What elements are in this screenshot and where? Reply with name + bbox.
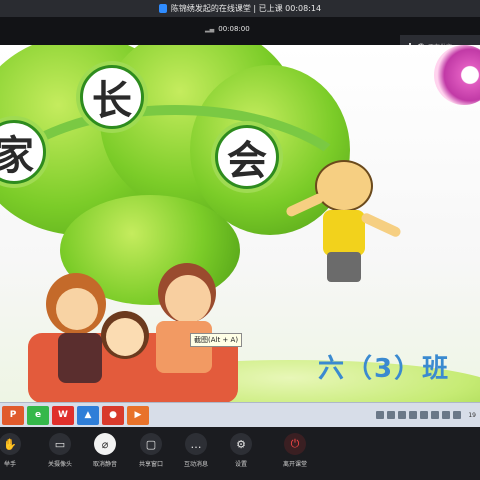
shared-taskbar: P e W ▲ ● ▶ 19 <box>0 402 480 427</box>
chat-icon: … <box>185 433 207 455</box>
recycle-icon[interactable]: ▲ <box>77 405 99 425</box>
tray-icon[interactable] <box>376 411 385 419</box>
app-red-icon[interactable]: ● <box>102 405 124 425</box>
camera-button[interactable]: ▭ 关摄像头 <box>38 433 82 468</box>
interaction-button[interactable]: … 互动消息 <box>174 433 218 468</box>
video-app-icon[interactable]: ▶ <box>127 405 149 425</box>
raise-hand-button[interactable]: ✋ 举手 <box>0 433 32 468</box>
camera-icon: ▭ <box>49 433 71 455</box>
shared-slide: 家 长 会 截图(Alt + A) 六（3）班 <box>0 45 480 402</box>
tray-icon[interactable] <box>431 411 440 419</box>
system-tray <box>376 411 465 419</box>
ppt-icon[interactable]: P <box>2 405 24 425</box>
meeting-timer: ▂▄ 00:08:00 <box>205 25 250 33</box>
signal-icon: ▂▄ <box>205 25 215 33</box>
tray-icon[interactable] <box>409 411 418 419</box>
meeting-controls: ✋ 举手 ▭ 关摄像头 ⌀ 取消静音 ▢ 共享窗口 … 互动消息 ⚙ 设置 ⏻ … <box>0 427 480 480</box>
settings-button[interactable]: ⚙ 设置 <box>219 433 263 468</box>
tray-icon[interactable] <box>387 411 396 419</box>
title-char-2: 长 <box>80 65 144 129</box>
leave-button[interactable]: ⏻ 离开课堂 <box>273 433 317 468</box>
share-window-label: 共享窗口 <box>138 461 163 468</box>
pink-logo <box>434 45 480 105</box>
mute-label: 取消静音 <box>92 461 117 468</box>
tray-icon[interactable] <box>442 411 451 419</box>
meeting-strip: ▂▄ 00:08:00 我 正在发言 <box>0 17 480 57</box>
mic-off-icon: ⌀ <box>94 433 116 455</box>
tray-icon[interactable] <box>420 411 429 419</box>
gear-icon: ⚙ <box>230 433 252 455</box>
hand-icon: ✋ <box>0 433 21 455</box>
leave-label: 离开课堂 <box>282 461 307 468</box>
meeting-banner-title: 陈锦绣发起的在线课堂 | 已上课 00:08:14 <box>170 4 322 13</box>
share-window-button[interactable]: ▢ 共享窗口 <box>129 433 173 468</box>
class-label: 六（3）班 <box>318 354 451 384</box>
boy-figure <box>284 160 403 300</box>
timer-value: 00:08:00 <box>218 25 250 33</box>
browser-green-icon[interactable]: e <box>27 405 49 425</box>
mute-button[interactable]: ⌀ 取消静音 <box>83 433 127 468</box>
settings-label: 设置 <box>234 461 247 468</box>
tray-icon[interactable] <box>398 411 407 419</box>
raise-hand-label: 举手 <box>3 461 16 468</box>
taskbar-clock: 19 <box>468 411 476 419</box>
interaction-label: 互动消息 <box>183 461 208 468</box>
screen-share-icon: ▢ <box>140 433 162 455</box>
power-icon: ⏻ <box>284 433 306 455</box>
meeting-banner: 陈锦绣发起的在线课堂 | 已上课 00:08:14 <box>0 0 480 17</box>
tray-icon[interactable] <box>453 411 462 419</box>
wps-icon[interactable]: W <box>52 405 74 425</box>
title-char-3: 会 <box>215 125 279 189</box>
screenshot-tooltip: 截图(Alt + A) <box>190 333 243 347</box>
camera-label: 关摄像头 <box>47 461 72 468</box>
shield-icon <box>158 4 167 13</box>
